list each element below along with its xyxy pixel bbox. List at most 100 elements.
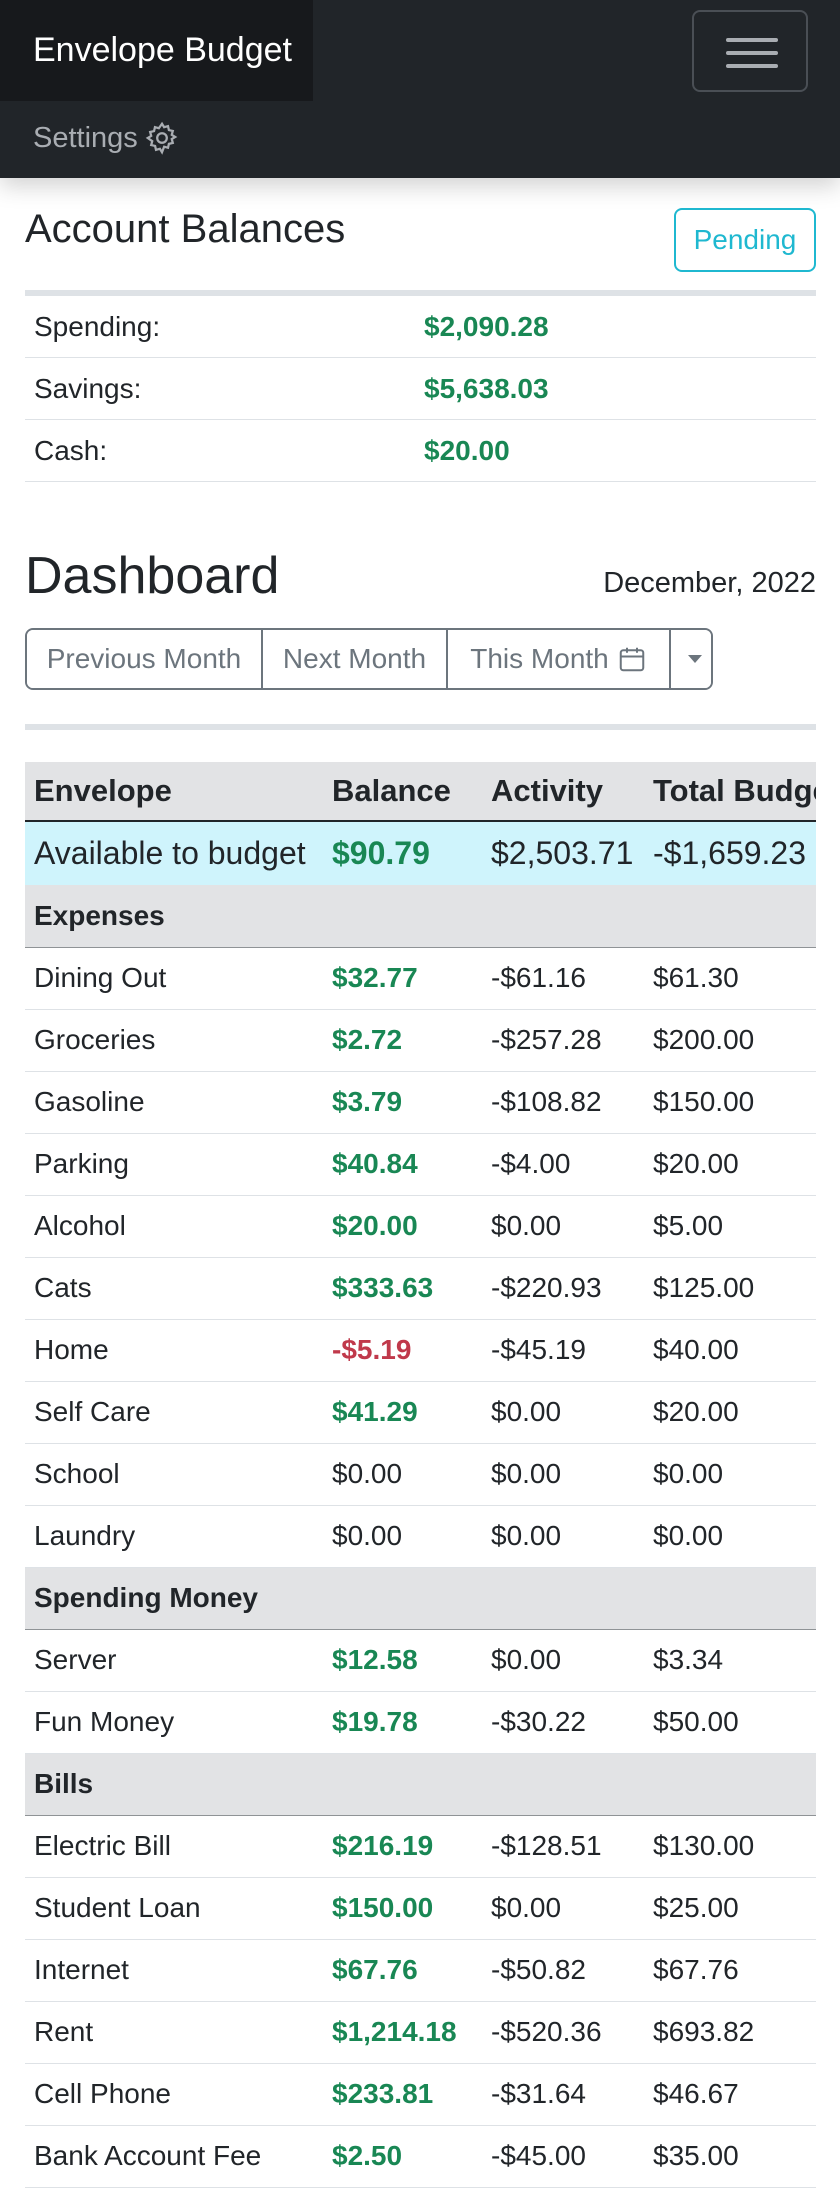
envelope-balance: $32.77 [323,947,482,1010]
envelope-balance: $233.81 [323,2063,482,2126]
envelope-balance: $0.00 [323,1505,482,1568]
table-row[interactable]: Cats $333.63 -$220.93 $125.00 [25,1257,816,1320]
table-row[interactable]: Electric Bill $216.19 -$128.51 $130.00 [25,1815,816,1878]
envelope-name[interactable]: Cats [25,1257,323,1320]
envelope-total-budget: $150.00 [644,1071,816,1134]
column-header-activity: Activity [482,762,644,822]
available-balance: $90.79 [332,835,430,871]
envelope-group-row: Spending Money [25,1567,816,1630]
table-row[interactable]: Parking $40.84 -$4.00 $20.00 [25,1133,816,1196]
envelope-balance: $12.58 [323,1629,482,1692]
settings-link[interactable]: Settings [33,120,180,156]
envelope-name[interactable]: Student Loan [25,1877,323,1940]
envelope-activity: -$128.51 [482,1815,644,1878]
account-label: Spending: [34,311,161,342]
table-row[interactable]: Internet $67.76 -$50.82 $67.76 [25,1939,816,2002]
navbar-toggler-button[interactable] [692,10,808,92]
account-row: Cash: $20.00 [25,420,816,482]
table-row[interactable]: Student Loan $150.00 $0.00 $25.00 [25,1877,816,1940]
account-row: Spending: $2,090.28 [25,296,816,358]
group-name: Spending Money [25,1567,816,1630]
envelope-activity: -$50.82 [482,1939,644,2002]
envelope-total-budget: $20.00 [644,1381,816,1444]
envelope-total-budget: $40.00 [644,1319,816,1382]
settings-label[interactable]: Settings [33,122,138,155]
envelope-name[interactable]: Electric Bill [25,1815,323,1878]
envelope-name[interactable]: Self Care [25,1381,323,1444]
envelope-total-budget: $0.00 [644,1443,816,1506]
next-month-button[interactable]: Next Month [263,630,448,688]
table-row[interactable]: Groceries $2.72 -$257.28 $200.00 [25,1009,816,1072]
brand-name[interactable]: Envelope Budget [33,31,292,70]
envelope-balance: $40.84 [323,1133,482,1196]
envelope-balance: $2.50 [323,2125,482,2188]
table-row[interactable]: Gasoline $3.79 -$108.82 $150.00 [25,1071,816,1134]
group-name: Bills [25,1753,816,1816]
envelope-name[interactable]: Internet [25,1939,323,2002]
account-balance: $2,090.28 [424,311,549,342]
envelope-total-budget: $3.34 [644,1629,816,1692]
envelope-activity: -$30.22 [482,1691,644,1754]
table-row[interactable]: Dining Out $32.77 -$61.16 $61.30 [25,947,816,1010]
envelope-name[interactable]: Fun Money [25,1691,323,1754]
brand-link[interactable]: Envelope Budget [0,0,313,101]
envelope-name[interactable]: Bank Account Fee [25,2125,323,2188]
envelope-total-budget: $693.82 [644,2001,816,2064]
envelope-activity: -$31.64 [482,2063,644,2126]
table-row[interactable]: Rent $1,214.18 -$520.36 $693.82 [25,2001,816,2064]
available-to-budget-row: Available to budget $90.79 $2,503.71 -$1… [25,821,816,885]
envelope-name[interactable]: Parking [25,1133,323,1196]
table-row[interactable]: School $0.00 $0.00 $0.00 [25,1443,816,1506]
envelope-balance: $1,214.18 [323,2001,482,2064]
table-row[interactable]: Self Care $41.29 $0.00 $20.00 [25,1381,816,1444]
month-nav-button-group: Previous Month Next Month This Month [25,628,713,690]
column-header-total-budget: Total Budget [644,762,816,822]
table-row[interactable]: Bank Account Fee $2.50 -$45.00 $35.00 [25,2125,816,2188]
envelope-activity: $0.00 [482,1443,644,1506]
this-month-label[interactable]: This Month [470,643,609,675]
envelope-name[interactable]: Dining Out [25,947,323,1010]
envelope-name[interactable]: Rent [25,2001,323,2064]
envelope-name[interactable]: School [25,1443,323,1506]
envelope-name[interactable]: Alcohol [25,1195,323,1258]
dashboard-title: Dashboard [25,547,280,605]
table-row[interactable]: Cell Phone $233.81 -$31.64 $46.67 [25,2063,816,2126]
gear-icon [145,121,178,155]
table-row[interactable]: Fun Money $19.78 -$30.22 $50.00 [25,1691,816,1754]
current-month-label: December, 2022 [603,567,816,599]
envelope-activity: $0.00 [482,1629,644,1692]
envelope-activity: -$45.00 [482,2125,644,2188]
calendar-icon [619,647,644,672]
column-header-balance: Balance [323,762,482,822]
account-label: Savings: [34,373,142,404]
envelope-balance: $67.76 [323,1939,482,2002]
previous-month-button[interactable]: Previous Month [27,630,263,688]
envelope-name[interactable]: Server [25,1629,323,1692]
account-balance: $5,638.03 [424,373,549,404]
divider [25,724,816,730]
envelope-name[interactable]: Home [25,1319,323,1382]
caret-down-icon [688,655,702,663]
envelope-name[interactable]: Groceries [25,1009,323,1072]
envelope-total-budget: $61.30 [644,947,816,1010]
table-row[interactable]: Alcohol $20.00 $0.00 $5.00 [25,1195,816,1258]
envelope-balance: $2.72 [323,1009,482,1072]
envelope-balance: $20.00 [323,1195,482,1258]
table-row[interactable]: Laundry $0.00 $0.00 $0.00 [25,1505,816,1568]
envelope-name[interactable]: Gasoline [25,1071,323,1134]
envelope-activity: -$220.93 [482,1257,644,1320]
hamburger-icon-bar [726,51,778,55]
envelope-activity: -$4.00 [482,1133,644,1196]
hamburger-icon [726,38,778,42]
envelope-name[interactable]: Cell Phone [25,2063,323,2126]
envelope-balance: $150.00 [323,1877,482,1940]
available-total: -$1,659.23 [653,835,807,871]
this-month-button[interactable]: This Month [448,630,671,688]
month-dropdown-toggle[interactable] [671,630,711,688]
hamburger-icon-bar [726,64,778,68]
pending-button[interactable]: Pending [674,208,816,272]
envelope-name[interactable]: Laundry [25,1505,323,1568]
table-row[interactable]: Home -$5.19 -$45.19 $40.00 [25,1319,816,1382]
table-row[interactable]: Server $12.58 $0.00 $3.34 [25,1629,816,1692]
envelope-total-budget: $25.00 [644,1877,816,1940]
